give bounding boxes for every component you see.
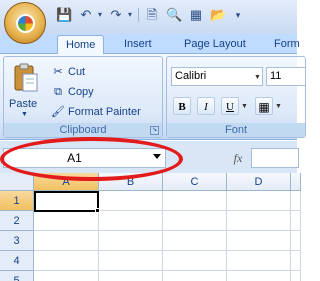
font-size-box[interactable]: 11 bbox=[266, 67, 306, 86]
save-icon[interactable]: 💾 bbox=[56, 7, 72, 23]
cell-b1[interactable] bbox=[99, 191, 163, 211]
cell-c3[interactable] bbox=[163, 231, 227, 251]
print-preview-icon[interactable]: 🔍 bbox=[166, 7, 182, 23]
row-header-1[interactable]: 1 bbox=[0, 191, 34, 211]
tab-page-layout[interactable]: Page Layout bbox=[176, 35, 254, 54]
column-header-d[interactable]: D bbox=[227, 173, 291, 191]
format-painter-icon: 🖌 bbox=[51, 106, 65, 118]
cell-e1[interactable] bbox=[291, 191, 301, 211]
worksheet-grid: A B C D 1 2 3 4 5 bbox=[0, 173, 301, 281]
cell-d3[interactable] bbox=[227, 231, 291, 251]
column-header-a[interactable]: A bbox=[34, 173, 99, 191]
copy-icon: ⧉ bbox=[54, 86, 62, 98]
column-header-b[interactable]: B bbox=[99, 173, 163, 191]
cell-e2[interactable] bbox=[291, 211, 301, 231]
undo-dropdown-icon[interactable]: ▾ bbox=[92, 7, 108, 23]
dialog-launcher-icon[interactable]: ↘ bbox=[150, 126, 159, 135]
borders-dropdown-icon[interactable]: ▼ bbox=[275, 103, 282, 110]
toolbar-separator bbox=[138, 8, 139, 22]
new-document-icon[interactable]: 🗎 bbox=[144, 7, 160, 23]
row-header-2[interactable]: 2 bbox=[0, 211, 34, 231]
scissors-icon: ✂ bbox=[53, 66, 63, 78]
underline-button[interactable]: U bbox=[221, 97, 239, 115]
tab-home[interactable]: Home bbox=[57, 35, 105, 54]
column-header-next[interactable] bbox=[291, 173, 301, 191]
row-header-5[interactable]: 5 bbox=[0, 271, 34, 281]
font-group: Calibri ▼ 11 B I U ▼ ▦ ▼ Font bbox=[166, 56, 306, 138]
office-logo-icon bbox=[16, 14, 35, 33]
insert-function-icon[interactable]: fx bbox=[226, 149, 250, 167]
cell-b4[interactable] bbox=[99, 251, 163, 271]
name-box[interactable]: A1 bbox=[3, 148, 166, 168]
cell-d2[interactable] bbox=[227, 211, 291, 231]
ribbon-tabs: Home Insert Page Layout Form bbox=[0, 34, 300, 54]
format-painter-button[interactable]: 🖌 Format Painter bbox=[50, 103, 141, 121]
formula-input[interactable] bbox=[251, 148, 299, 168]
tab-insert[interactable]: Insert bbox=[116, 35, 160, 54]
row-header-3[interactable]: 3 bbox=[0, 231, 34, 251]
cell-b3[interactable] bbox=[99, 231, 163, 251]
name-box-value: A1 bbox=[67, 151, 82, 165]
cell-e5[interactable] bbox=[291, 271, 301, 281]
paste-icon[interactable] bbox=[12, 63, 40, 93]
cut-label: Cut bbox=[68, 66, 86, 78]
customize-toolbar-icon[interactable]: ▾ bbox=[230, 7, 246, 23]
name-box-dropdown-icon[interactable] bbox=[153, 154, 161, 159]
cell-a5[interactable] bbox=[34, 271, 99, 281]
font-group-label: Font bbox=[167, 123, 305, 137]
cell-c4[interactable] bbox=[163, 251, 227, 271]
cell-d4[interactable] bbox=[227, 251, 291, 271]
chevron-down-icon[interactable]: ▼ bbox=[254, 69, 261, 86]
open-folder-icon[interactable]: 📂 bbox=[210, 7, 226, 23]
fill-handle[interactable] bbox=[95, 208, 100, 213]
copy-label: Copy bbox=[68, 86, 94, 98]
cell-d1[interactable] bbox=[227, 191, 291, 211]
redo-dropdown-icon[interactable]: ▾ bbox=[122, 7, 138, 23]
cell-a2[interactable] bbox=[34, 211, 99, 231]
underline-dropdown-icon[interactable]: ▼ bbox=[241, 103, 248, 110]
paste-button[interactable]: Paste bbox=[9, 98, 37, 110]
cell-c5[interactable] bbox=[163, 271, 227, 281]
cell-b5[interactable] bbox=[99, 271, 163, 281]
cell-d5[interactable] bbox=[227, 271, 291, 281]
italic-button[interactable]: I bbox=[197, 97, 215, 115]
tab-formulas[interactable]: Form bbox=[266, 35, 308, 54]
clipboard-group-label: Clipboard bbox=[4, 123, 162, 137]
cell-e3[interactable] bbox=[291, 231, 301, 251]
cut-button[interactable]: ✂ Cut bbox=[50, 63, 85, 81]
table-icon[interactable]: ▦ bbox=[188, 7, 204, 23]
office-button[interactable] bbox=[4, 2, 46, 44]
copy-button[interactable]: ⧉ Copy bbox=[50, 83, 94, 101]
active-cell[interactable] bbox=[34, 191, 99, 212]
cell-a3[interactable] bbox=[34, 231, 99, 251]
cell-b2[interactable] bbox=[99, 211, 163, 231]
format-painter-label: Format Painter bbox=[68, 106, 141, 118]
borders-icon[interactable]: ▦ bbox=[255, 97, 273, 115]
ribbon: Paste ▼ ✂ Cut ⧉ Copy 🖌 Format Painter Clipb… bbox=[0, 54, 306, 140]
formula-bar: A1 fx bbox=[0, 141, 299, 173]
cell-c1[interactable] bbox=[163, 191, 227, 211]
quick-access-toolbar: 💾 ↶ ▾ ↷ ▾ 🗎 🔍 ▦ 📂 ▾ bbox=[52, 5, 282, 27]
column-header-c[interactable]: C bbox=[163, 173, 227, 191]
bold-button[interactable]: B bbox=[173, 97, 191, 115]
cell-c2[interactable] bbox=[163, 211, 227, 231]
select-all-corner[interactable] bbox=[0, 173, 34, 191]
font-name-box[interactable]: Calibri ▼ bbox=[171, 67, 263, 86]
paste-dropdown-icon[interactable]: ▼ bbox=[21, 111, 28, 118]
clipboard-group: Paste ▼ ✂ Cut ⧉ Copy 🖌 Format Painter Clipb… bbox=[3, 56, 163, 138]
row-header-4[interactable]: 4 bbox=[0, 251, 34, 271]
font-name-value: Calibri bbox=[175, 70, 207, 82]
cell-a4[interactable] bbox=[34, 251, 99, 271]
cell-e4[interactable] bbox=[291, 251, 301, 271]
